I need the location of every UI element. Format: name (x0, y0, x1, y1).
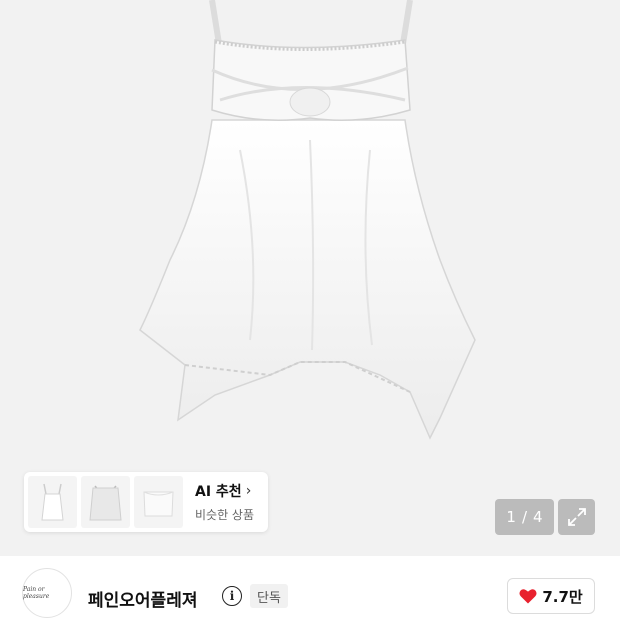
pager-current: 1 (506, 508, 516, 526)
thumbnail-similar-3[interactable] (134, 476, 183, 528)
thumbnail-image (41, 483, 64, 521)
ai-recommend-card[interactable]: AI 추천 › 비슷한 상품 (24, 472, 268, 532)
thumbnail-image (143, 491, 174, 517)
thumbnail-image (89, 485, 122, 521)
exclusive-badge: 단독 (250, 584, 288, 608)
ai-recommend-text[interactable]: AI 추천 › 비슷한 상품 (195, 481, 254, 523)
brand-logo-wordmark: Pain or pleasure (23, 586, 50, 600)
like-count: 7.7만 (542, 587, 583, 606)
brand-logo[interactable]: Pain or pleasure (22, 568, 72, 618)
ai-recommend-title[interactable]: AI 추천 › (195, 481, 254, 501)
product-image-gallery[interactable]: AI 추천 › 비슷한 상품 1 / 4 (0, 0, 620, 556)
image-pager: 1 / 4 (495, 499, 554, 535)
pager-total: 4 (533, 508, 543, 526)
thumbnail-similar-1[interactable] (28, 476, 77, 528)
brand-bar: Pain or pleasure 페인오어플레져 i 단독 7.7만 (0, 556, 620, 620)
brand-name[interactable]: 페인오어플레져 (88, 586, 197, 611)
chevron-right-icon: › (245, 483, 252, 499)
ai-recommend-label: AI 추천 (195, 484, 242, 500)
like-button[interactable]: 7.7만 (507, 578, 595, 614)
heart-icon (519, 589, 537, 604)
pager-separator: / (521, 508, 528, 526)
expand-icon (567, 508, 586, 526)
ai-recommend-subtitle: 비슷한 상품 (195, 508, 255, 522)
info-icon[interactable]: i (222, 586, 242, 606)
thumbnail-similar-2[interactable] (81, 476, 130, 528)
expand-button[interactable] (558, 499, 595, 535)
